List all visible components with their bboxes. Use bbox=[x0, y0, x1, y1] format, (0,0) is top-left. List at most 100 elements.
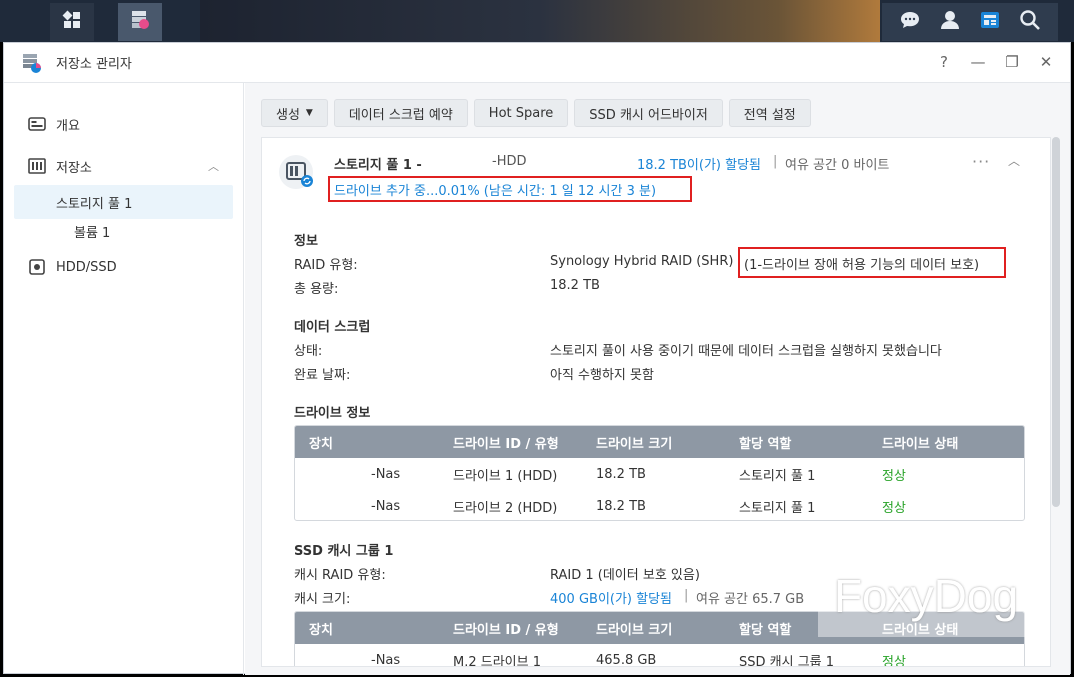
cache-separator: | bbox=[684, 588, 689, 603]
user-button[interactable] bbox=[928, 3, 972, 41]
table-row[interactable]: -Nas 드라이브 2 (HDD) 18.2 TB 스토리지 풀 1 정상 bbox=[295, 490, 1024, 520]
search-icon bbox=[1019, 9, 1041, 35]
global-settings-button[interactable]: 전역 설정 bbox=[728, 99, 811, 127]
user-icon bbox=[939, 9, 961, 35]
sidebar-item-hdd-ssd[interactable]: HDD/SSD bbox=[4, 250, 243, 284]
status-cell: 정상 bbox=[882, 468, 906, 484]
more-options-icon[interactable]: ··· bbox=[972, 152, 990, 171]
widgets-button[interactable] bbox=[968, 3, 1012, 41]
chevron-up-icon[interactable]: ︿ bbox=[208, 158, 219, 174]
status-cell: 정상 bbox=[882, 500, 906, 516]
pool-allocated: 18.2 TB이(가) 할당됨 bbox=[637, 158, 762, 173]
column-header: 할당 역할 bbox=[739, 436, 792, 452]
status-cell: 정상 bbox=[882, 654, 906, 667]
close-button[interactable]: ✕ bbox=[1038, 53, 1054, 71]
column-header: 드라이브 크기 bbox=[596, 622, 673, 638]
restore-button[interactable]: ❐ bbox=[1004, 53, 1020, 71]
scrollbar[interactable] bbox=[1052, 137, 1060, 507]
drive-id-cell: 드라이브 1 (HDD) bbox=[453, 468, 558, 484]
taskbar bbox=[0, 0, 1074, 42]
sidebar-item-storage[interactable]: 저장소 ︿ bbox=[4, 149, 243, 183]
caret-down-icon: ▼ bbox=[305, 108, 313, 118]
sidebar-item-label: 개요 bbox=[56, 118, 80, 134]
desktop-wallpaper bbox=[200, 0, 880, 42]
pool-header: 스토리지 풀 1 - -HDD 18.2 TB이(가) 할당됨 | 여유 공간 … bbox=[262, 138, 1050, 202]
raid-note: (1-드라이브 장애 허용 기능의 데이터 보호) bbox=[744, 258, 980, 273]
cache-size-value: 400 GB이(가) 할당됨 bbox=[550, 592, 673, 607]
scrub-schedule-button[interactable]: 데이터 스크럽 예약 bbox=[333, 99, 468, 127]
capacity-label: 총 용량: bbox=[294, 282, 339, 297]
column-header: 장치 bbox=[309, 436, 333, 452]
role-cell: SSD 캐시 그룹 1 bbox=[739, 654, 835, 667]
sidebar-item-label: 스토리지 풀 1 bbox=[56, 196, 133, 212]
help-button[interactable]: ? bbox=[936, 53, 952, 71]
storage-manager-icon bbox=[20, 51, 44, 75]
ssd-advisor-button[interactable]: SSD 캐시 어드바이저 bbox=[574, 99, 723, 127]
sidebar-item-volume-1[interactable]: 볼륨 1 bbox=[4, 214, 243, 248]
dashboard-icon bbox=[979, 9, 1001, 35]
scrub-status-value: 스토리지 풀이 사용 중이기 때문에 데이터 스크럽을 실행하지 못했습니다 bbox=[550, 344, 942, 359]
window-title: 저장소 관리자 bbox=[56, 57, 132, 72]
chevron-up-icon[interactable]: ︿ bbox=[1008, 152, 1020, 169]
raid-type-value: Synology Hybrid RAID (SHR) bbox=[550, 254, 734, 269]
overview-icon bbox=[28, 115, 46, 133]
role-cell: 스토리지 풀 1 bbox=[739, 468, 816, 484]
column-header: 장치 bbox=[309, 622, 333, 638]
sidebar: 개요 저장소 ︿ 스토리지 풀 1 볼륨 1 HDD/SSD bbox=[4, 83, 244, 675]
create-button-label: 생성 bbox=[276, 107, 300, 123]
pool-drive-type: -HDD bbox=[492, 154, 527, 169]
hot-spare-button[interactable]: Hot Spare bbox=[473, 99, 569, 127]
device-cell: -Nas bbox=[371, 466, 401, 482]
column-header: 드라이브 ID / 유형 bbox=[453, 436, 559, 452]
create-button[interactable]: 생성 ▼ bbox=[261, 99, 328, 127]
minimize-button[interactable]: — bbox=[970, 53, 986, 71]
title-bar[interactable]: 저장소 관리자 ? — ❐ ✕ bbox=[4, 43, 1070, 83]
device-cell: -Nas bbox=[371, 652, 401, 667]
drive-size-cell: 18.2 TB bbox=[596, 498, 646, 514]
cache-free-space: 여유 공간 65.7 GB bbox=[696, 592, 805, 607]
pool-name: 스토리지 풀 1 - bbox=[334, 158, 422, 173]
drive-id-cell: M.2 드라이브 1 bbox=[453, 654, 541, 667]
role-cell: 스토리지 풀 1 bbox=[739, 500, 816, 516]
search-button[interactable] bbox=[1008, 3, 1052, 41]
device-cell: -Nas bbox=[371, 498, 401, 514]
raid-note-highlight: (1-드라이브 장애 허용 기능의 데이터 보호) bbox=[738, 247, 1006, 278]
cache-raid-label: 캐시 RAID 유형: bbox=[294, 568, 386, 583]
drive-size-cell: 465.8 GB bbox=[596, 652, 657, 667]
taskbar-storage-manager[interactable] bbox=[118, 3, 162, 41]
notifications-button[interactable] bbox=[888, 3, 932, 41]
drive-info-heading: 드라이브 정보 bbox=[294, 406, 371, 421]
toolbar: 생성 ▼ 데이터 스크럽 예약 Hot Spare SSD 캐시 어드바이저 전… bbox=[261, 99, 811, 127]
window-controls: ? — ❐ ✕ bbox=[936, 53, 1054, 71]
grid-icon bbox=[62, 10, 82, 34]
table-row[interactable]: -Nas 드라이브 1 (HDD) 18.2 TB 스토리지 풀 1 정상 bbox=[295, 458, 1024, 490]
scrub-done-value: 아직 수행하지 못함 bbox=[550, 368, 654, 383]
info-heading: 정보 bbox=[294, 234, 318, 249]
scrub-heading: 데이터 스크럽 bbox=[294, 320, 371, 335]
ssd-cache-heading: SSD 캐시 그룹 1 bbox=[294, 544, 394, 559]
column-header: 드라이브 ID / 유형 bbox=[453, 622, 559, 638]
column-header: 드라이브 상태 bbox=[882, 436, 959, 452]
chat-bubble-icon bbox=[899, 9, 921, 35]
table-row[interactable]: -Nas M.2 드라이브 1 465.8 GB SSD 캐시 그룹 1 정상 bbox=[295, 644, 1024, 667]
main-menu-button[interactable] bbox=[50, 3, 94, 41]
drive-size-cell: 18.2 TB bbox=[596, 466, 646, 482]
column-header: 드라이브 크기 bbox=[596, 436, 673, 452]
sidebar-item-overview[interactable]: 개요 bbox=[4, 107, 243, 141]
pool-progress-status: 드라이브 추가 중...0.01% (남은 시간: 1 일 12 시간 3 분) bbox=[328, 176, 692, 202]
sidebar-item-label: 볼륨 1 bbox=[74, 225, 111, 241]
scrub-done-label: 완료 날짜: bbox=[294, 368, 351, 383]
pool-separator: | bbox=[773, 154, 778, 169]
drive-info-table: 장치 드라이브 ID / 유형 드라이브 크기 할당 역할 드라이브 상태 -N… bbox=[294, 425, 1025, 521]
storage-pool-icon bbox=[278, 154, 314, 190]
sidebar-item-label: 저장소 bbox=[56, 160, 92, 176]
cache-size-label: 캐시 크기: bbox=[294, 592, 351, 607]
pool-free-space: 여유 공간 0 바이트 bbox=[785, 158, 890, 173]
capacity-value: 18.2 TB bbox=[550, 278, 600, 293]
watermark: FoxyDog bbox=[818, 555, 1034, 637]
storage-manager-icon bbox=[129, 9, 151, 35]
table-header: 장치 드라이브 ID / 유형 드라이브 크기 할당 역할 드라이브 상태 bbox=[295, 426, 1024, 458]
scrub-status-label: 상태: bbox=[294, 344, 323, 359]
drive-id-cell: 드라이브 2 (HDD) bbox=[453, 500, 558, 516]
sidebar-item-label: HDD/SSD bbox=[56, 259, 117, 275]
